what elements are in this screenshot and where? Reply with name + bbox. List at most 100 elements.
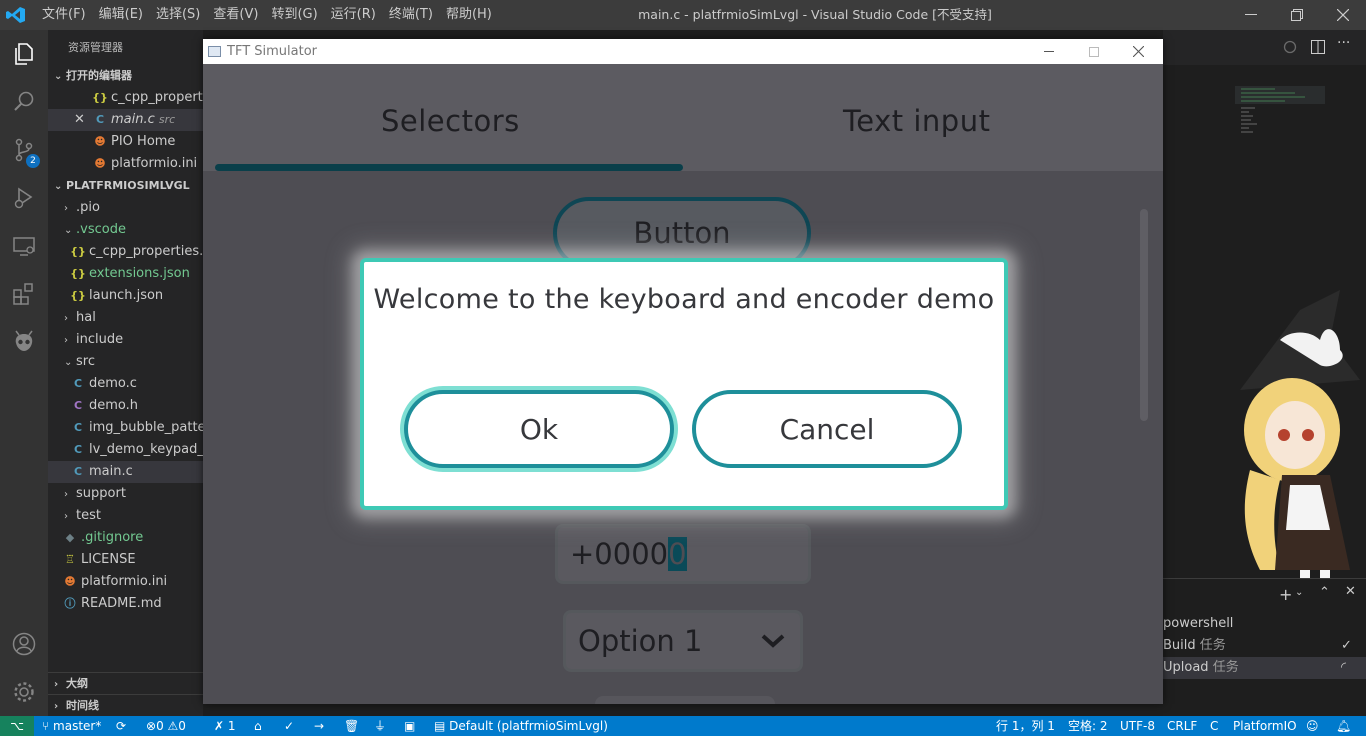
tree-file[interactable]: ♖ LICENSE bbox=[48, 549, 203, 571]
extensions-activity[interactable] bbox=[0, 270, 48, 318]
menu-go[interactable]: 转到(G) bbox=[271, 0, 322, 30]
accounts-activity[interactable] bbox=[0, 620, 48, 668]
menu-edit[interactable]: 编辑(E) bbox=[99, 0, 148, 30]
maximize-panel-icon[interactable]: ⌃ bbox=[1319, 585, 1330, 600]
home-icon[interactable]: ⌂ bbox=[254, 716, 262, 736]
terminal-item[interactable]: Build 任务 ✓ bbox=[1163, 635, 1366, 657]
tree-folder[interactable]: › hal bbox=[48, 307, 203, 329]
source-control-activity[interactable]: 2 bbox=[0, 126, 48, 174]
close-window-button[interactable] bbox=[1320, 0, 1366, 30]
remote-explorer-activity[interactable] bbox=[0, 222, 48, 270]
sync-icon[interactable]: ⟳ bbox=[116, 716, 126, 736]
tree-folder[interactable]: › .pio bbox=[48, 197, 203, 219]
tree-file[interactable]: ⓘ README.md bbox=[48, 593, 203, 615]
platformio-item[interactable]: PlatformIO bbox=[1233, 716, 1297, 736]
spinbox[interactable]: +00000 bbox=[555, 524, 811, 584]
platformio-activity[interactable] bbox=[0, 318, 48, 366]
tab-selectors[interactable]: Selectors bbox=[381, 104, 520, 138]
tree-folder[interactable]: › include bbox=[48, 329, 203, 351]
minimize-icon bbox=[1043, 51, 1054, 52]
problems-item[interactable]: ⊗0 ⚠0 bbox=[146, 716, 186, 736]
run-debug-icon bbox=[14, 187, 33, 209]
tree-file[interactable]: Cimg_bubble_pattern.c bbox=[48, 417, 203, 439]
indentation[interactable]: 空格: 2 bbox=[1068, 716, 1108, 736]
encoding[interactable]: UTF-8 bbox=[1120, 716, 1155, 736]
line-ending[interactable]: CRLF bbox=[1167, 716, 1197, 736]
tree-file[interactable]: {} extensions.json bbox=[48, 263, 203, 285]
tab-text-input[interactable]: Text input bbox=[843, 104, 990, 138]
close-panel-icon[interactable]: ✕ bbox=[1345, 584, 1356, 599]
close-editor-icon[interactable]: ✕ bbox=[74, 109, 92, 131]
open-editor-item[interactable]: ☻ platformio.ini bbox=[48, 153, 203, 175]
language-mode[interactable]: C bbox=[1210, 716, 1218, 736]
tree-file[interactable]: {}c_cpp_properties.json bbox=[48, 241, 203, 263]
notifications-bell-icon[interactable]: 🔔︎ bbox=[1336, 716, 1351, 736]
timeline-section[interactable]: › 时间线 bbox=[48, 694, 203, 716]
open-editor-item-active[interactable]: ✕ Cmain.c src bbox=[48, 109, 203, 131]
terminal-item[interactable]: powershell bbox=[1163, 613, 1366, 635]
compare-icon[interactable] bbox=[1283, 40, 1297, 54]
clean-trash-icon[interactable]: 🗑 bbox=[344, 716, 359, 736]
terminal-item-active[interactable]: Upload 任务 ◜ bbox=[1163, 657, 1366, 679]
sim-close-button[interactable] bbox=[1116, 39, 1161, 64]
serial-plug-icon[interactable]: ⏚ bbox=[374, 716, 386, 736]
build-check-icon[interactable]: ✓ bbox=[284, 716, 294, 736]
more-actions-icon[interactable]: ··· bbox=[1337, 35, 1350, 51]
tree-folder[interactable]: › support bbox=[48, 483, 203, 505]
sidebar-header: 资源管理器 bbox=[68, 41, 123, 54]
remote-indicator[interactable]: ⌥ bbox=[0, 716, 34, 736]
tree-file[interactable]: ◆ .gitignore bbox=[48, 527, 203, 549]
search-activity[interactable] bbox=[0, 78, 48, 126]
new-terminal-icon[interactable]: + bbox=[1279, 585, 1292, 604]
dropdown[interactable]: Option 1 bbox=[563, 610, 803, 672]
menu-file[interactable]: 文件(F) bbox=[42, 0, 91, 30]
gear-icon bbox=[14, 682, 34, 702]
sim-minimize-button[interactable] bbox=[1026, 39, 1071, 64]
explorer-activity[interactable] bbox=[0, 30, 48, 78]
minimap[interactable] bbox=[1235, 86, 1325, 146]
message-box-text: Welcome to the keyboard and encoder demo bbox=[373, 284, 995, 315]
chevron-down-icon[interactable]: ⌄ bbox=[1295, 587, 1303, 598]
outline-section[interactable]: › 大纲 bbox=[48, 672, 203, 694]
chevron-down-icon bbox=[761, 634, 785, 648]
title-bar: 文件(F) 编辑(E) 选择(S) 查看(V) 转到(G) 运行(R) 终端(T… bbox=[0, 0, 1366, 30]
tree-file[interactable]: ☻ platformio.ini bbox=[48, 571, 203, 593]
open-editors-section[interactable]: ⌄ 打开的编辑器 bbox=[48, 65, 203, 87]
menu-help[interactable]: 帮助(H) bbox=[446, 0, 497, 30]
split-editor-icon[interactable] bbox=[1311, 40, 1325, 54]
tools-icon: ✗ bbox=[214, 719, 225, 733]
c-file-icon: C bbox=[95, 113, 105, 126]
tree-file-active[interactable]: Cmain.c bbox=[48, 461, 203, 483]
minimize-button[interactable] bbox=[1228, 0, 1274, 30]
ok-button[interactable]: Ok bbox=[404, 390, 674, 468]
run-debug-activity[interactable] bbox=[0, 174, 48, 222]
open-editor-item[interactable]: {}c_cpp_properties.json bbox=[48, 87, 203, 109]
tasks-item[interactable]: ✗ 1 bbox=[214, 716, 236, 736]
upload-arrow-icon[interactable]: → bbox=[314, 716, 324, 736]
menu-selection[interactable]: 选择(S) bbox=[156, 0, 205, 30]
close-icon bbox=[1337, 9, 1349, 21]
slider-partial[interactable] bbox=[595, 696, 775, 704]
cancel-button[interactable]: Cancel bbox=[692, 390, 962, 468]
menu-view[interactable]: 查看(V) bbox=[213, 0, 263, 30]
terminal-icon[interactable]: ▣ bbox=[404, 716, 415, 736]
env-item[interactable]: ▤ Default (platfrmioSimLvgl) bbox=[434, 716, 608, 736]
tree-file[interactable]: Cdemo.h bbox=[48, 395, 203, 417]
open-editor-item[interactable]: ☻ PIO Home bbox=[48, 131, 203, 153]
project-section[interactable]: ⌄ PLATFRMIOSIMLVGL bbox=[48, 175, 203, 197]
menu-terminal[interactable]: 终端(T) bbox=[389, 0, 438, 30]
cursor-position[interactable]: 行 1，列 1 bbox=[996, 716, 1055, 736]
tree-folder[interactable]: › test bbox=[48, 505, 203, 527]
menu-run[interactable]: 运行(R) bbox=[331, 0, 381, 30]
manage-activity[interactable] bbox=[0, 668, 48, 716]
sim-maximize-button[interactable] bbox=[1071, 39, 1116, 64]
tree-file[interactable]: {} launch.json bbox=[48, 285, 203, 307]
restore-button[interactable] bbox=[1274, 0, 1320, 30]
tree-file[interactable]: Cdemo.c bbox=[48, 373, 203, 395]
scrollbar[interactable] bbox=[1140, 209, 1148, 421]
tree-folder[interactable]: ⌄ src bbox=[48, 351, 203, 373]
tree-folder[interactable]: ⌄ .vscode bbox=[48, 219, 203, 241]
branch-item[interactable]: ⑂ master* bbox=[42, 716, 101, 736]
tree-file[interactable]: Clv_demo_keypad_encoder.c bbox=[48, 439, 203, 461]
feedback-icon[interactable]: ☺ bbox=[1306, 716, 1319, 736]
